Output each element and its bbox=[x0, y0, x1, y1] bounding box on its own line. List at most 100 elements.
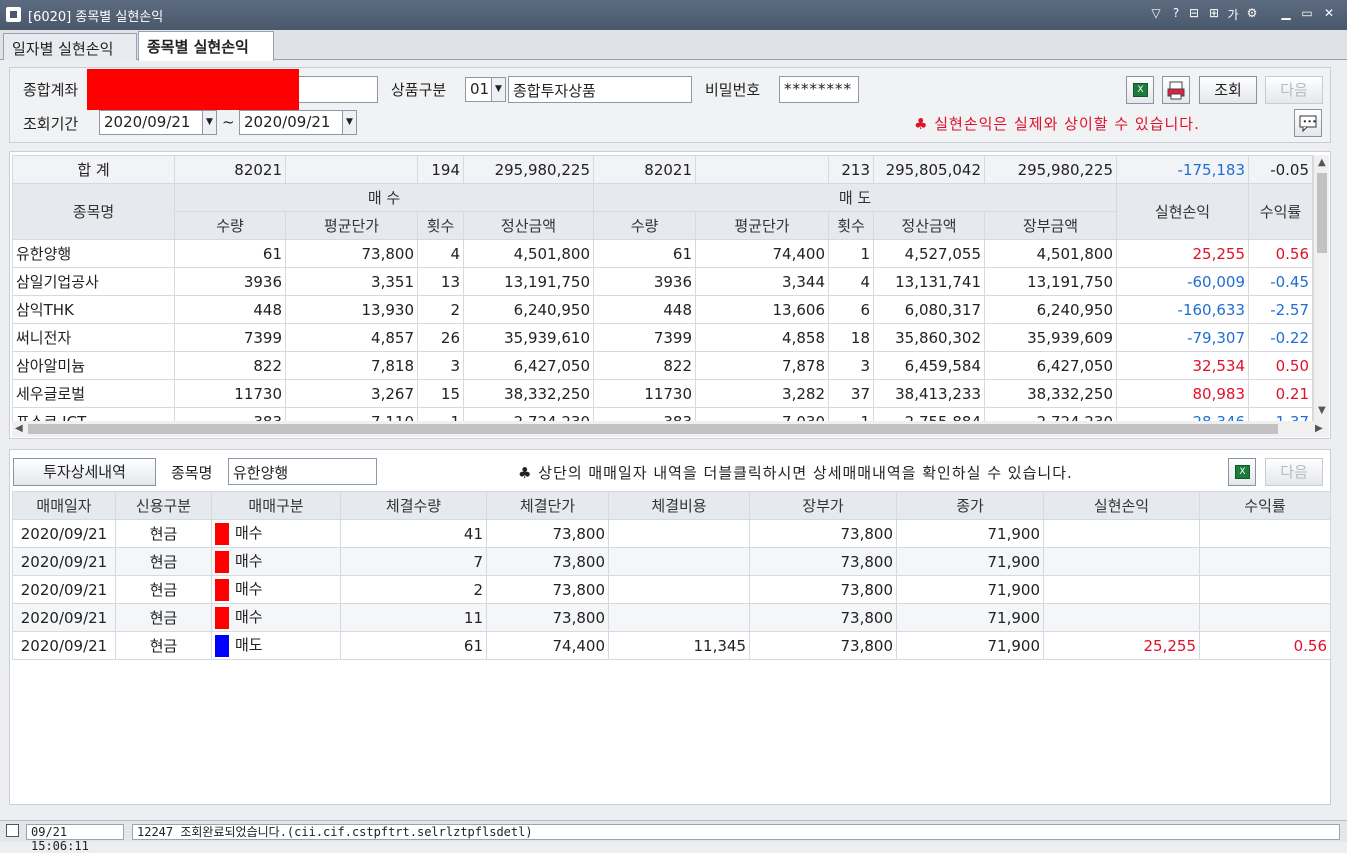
trade-type-cell: 매도 bbox=[211, 631, 341, 660]
message-button[interactable]: ••• bbox=[1294, 109, 1322, 137]
detail-next-button[interactable]: 다음 bbox=[1265, 458, 1323, 486]
excel-export-button[interactable]: X bbox=[1126, 76, 1154, 104]
calendar-dropdown-icon[interactable]: ▼ bbox=[202, 111, 216, 134]
credit-type: 현금 bbox=[115, 519, 212, 548]
col-buy-qty[interactable]: 수량 bbox=[174, 211, 286, 240]
settings-icon[interactable]: ⚙ bbox=[1244, 6, 1260, 20]
search-button[interactable]: 조회 bbox=[1199, 76, 1257, 104]
status-bar: 09/21 15:06:11 12247 조회완료되었습니다.(cii.cif.… bbox=[0, 820, 1347, 853]
stock-cell: 3,351 bbox=[285, 267, 418, 296]
trade-type: 매수 bbox=[235, 524, 263, 543]
col-stock-name[interactable]: 종목명 bbox=[12, 183, 175, 240]
maximize-icon[interactable]: ▭ bbox=[1299, 6, 1315, 20]
col-sell-amount[interactable]: 정산금액 bbox=[873, 211, 985, 240]
sum-cell: 194 bbox=[417, 155, 464, 184]
trade-row[interactable]: 2020/09/21 현금 매수 41 73,800 73,800 71,900 bbox=[12, 519, 1331, 548]
stock-cell: 822 bbox=[174, 351, 286, 380]
detail-history-button[interactable]: 투자상세내역 bbox=[13, 458, 156, 486]
stock-row[interactable]: 삼아알미늄 822 7,818 3 6,427,050 822 7,878 3 6,459,58… bbox=[12, 351, 1313, 380]
tab-daily-pnl[interactable]: 일자별 실현손익 bbox=[3, 33, 137, 60]
print-icon[interactable]: ⊞ bbox=[1206, 6, 1222, 20]
stock-row[interactable]: 유한양행 61 73,800 4 4,501,800 61 74,400 1 4,527,055… bbox=[12, 239, 1313, 268]
pin-icon[interactable]: ▽ bbox=[1148, 6, 1164, 20]
stock-cell: 3936 bbox=[174, 267, 286, 296]
layout-icon[interactable]: ⊟ bbox=[1186, 6, 1202, 20]
detail-stock-field[interactable]: 유한양행 bbox=[228, 458, 377, 485]
col-return-rate[interactable]: 수익률 bbox=[1199, 491, 1331, 520]
stock-cell: 7,818 bbox=[285, 351, 418, 380]
col-buy-count[interactable]: 횟수 bbox=[417, 211, 464, 240]
trade-type-swatch bbox=[215, 634, 229, 657]
horizontal-scrollbar[interactable]: ◀ ▶ bbox=[12, 421, 1329, 437]
trade-row[interactable]: 2020/09/21 현금 매도 61 74,400 11,345 73,800 71,900… bbox=[12, 631, 1331, 660]
scroll-thumb[interactable] bbox=[1317, 173, 1327, 253]
col-book-price[interactable]: 장부가 bbox=[749, 491, 897, 520]
col-trade-type[interactable]: 매매구분 bbox=[211, 491, 341, 520]
stock-row[interactable]: 써니전자 7399 4,857 26 35,939,610 7399 4,858 18 35,8… bbox=[12, 323, 1313, 352]
col-buy-avg-price[interactable]: 평균단가 bbox=[285, 211, 418, 240]
stock-cell: 11730 bbox=[593, 379, 696, 408]
col-close-price[interactable]: 종가 bbox=[896, 491, 1044, 520]
col-sell-avg-price[interactable]: 평균단가 bbox=[695, 211, 829, 240]
date-to-picker[interactable]: 2020/09/21 ▼ bbox=[239, 110, 357, 135]
font-menu-icon[interactable]: 가 bbox=[1225, 6, 1241, 23]
stock-cell: 4 bbox=[828, 267, 874, 296]
stock-row[interactable]: 삼익THK 448 13,930 2 6,240,950 448 13,606 6 6,080,… bbox=[12, 295, 1313, 324]
trade-row[interactable]: 2020/09/21 현금 매수 11 73,800 73,800 71,900 bbox=[12, 603, 1331, 632]
exec-price: 73,800 bbox=[486, 575, 609, 604]
trade-row[interactable]: 2020/09/21 현금 매수 7 73,800 73,800 71,900 bbox=[12, 547, 1331, 576]
col-sell-qty[interactable]: 수량 bbox=[593, 211, 696, 240]
col-realized-pnl[interactable]: 실현손익 bbox=[1116, 183, 1249, 240]
title-bar: [6020] 종목별 실현손익 ▽ ? ⊟ ⊞ 가 ⚙ ▁ ▭ ✕ bbox=[0, 0, 1347, 30]
stock-cell: 7,878 bbox=[695, 351, 829, 380]
help-icon[interactable]: ? bbox=[1168, 6, 1184, 20]
stock-cell: 61 bbox=[593, 239, 696, 268]
excel-icon: X bbox=[1235, 465, 1250, 479]
trade-row[interactable]: 2020/09/21 현금 매수 2 73,800 73,800 71,900 bbox=[12, 575, 1331, 604]
stock-cell: 448 bbox=[174, 295, 286, 324]
scroll-right-icon[interactable]: ▶ bbox=[1315, 423, 1323, 434]
col-book-amount[interactable]: 장부금액 bbox=[984, 211, 1117, 240]
col-exec-cost[interactable]: 체결비용 bbox=[608, 491, 750, 520]
col-exec-qty[interactable]: 체결수량 bbox=[340, 491, 487, 520]
date-from-picker[interactable]: 2020/09/21 ▼ bbox=[99, 110, 217, 135]
scroll-thumb[interactable] bbox=[28, 424, 1278, 434]
book-price: 73,800 bbox=[749, 631, 897, 660]
vertical-scrollbar[interactable]: ▲ ▼ bbox=[1313, 155, 1329, 421]
product-code-select[interactable]: 01 ▼ bbox=[465, 77, 506, 102]
scroll-left-icon[interactable]: ◀ bbox=[15, 423, 23, 434]
stock-cell: 13,606 bbox=[695, 295, 829, 324]
col-credit-type[interactable]: 신용구분 bbox=[115, 491, 212, 520]
next-button[interactable]: 다음 bbox=[1265, 76, 1323, 104]
stock-name: 써니전자 bbox=[12, 323, 175, 352]
stock-row[interactable]: 삼일기업공사 3936 3,351 13 13,191,750 3936 3,344 4 13,… bbox=[12, 267, 1313, 296]
tab-stock-pnl[interactable]: 종목별 실현손익 bbox=[138, 31, 274, 61]
detail-stock-label: 종목명 bbox=[171, 464, 213, 482]
trade-type-cell: 매수 bbox=[211, 547, 341, 576]
col-realized-pnl[interactable]: 실현손익 bbox=[1043, 491, 1200, 520]
stock-cell: 6,427,050 bbox=[463, 351, 594, 380]
calendar-dropdown-icon[interactable]: ▼ bbox=[342, 111, 356, 134]
exec-qty: 7 bbox=[340, 547, 487, 576]
col-sell-count[interactable]: 횟수 bbox=[828, 211, 874, 240]
password-input[interactable]: ******** bbox=[779, 76, 859, 103]
scroll-up-icon[interactable]: ▲ bbox=[1318, 157, 1326, 168]
detail-excel-button[interactable]: X bbox=[1228, 458, 1256, 486]
close-icon[interactable]: ✕ bbox=[1321, 6, 1337, 20]
detail-table: 매매일자 신용구분 매매구분 체결수량 체결단가 체결비용 장부가 종가 실현손… bbox=[12, 491, 1331, 660]
stock-row[interactable]: 세우글로벌 11730 3,267 15 38,332,250 11730 3,282 37 3… bbox=[12, 379, 1313, 408]
query-panel: 종합계좌 상품구분 01 ▼ 종합투자상품 비밀번호 ******** X 조회… bbox=[9, 67, 1331, 143]
col-buy-amount[interactable]: 정산금액 bbox=[463, 211, 594, 240]
sum-cell: 82021 bbox=[593, 155, 696, 184]
monitor-icon[interactable] bbox=[6, 824, 19, 837]
dropdown-arrow-icon[interactable]: ▼ bbox=[491, 78, 505, 101]
stock-cell: 6,240,950 bbox=[984, 295, 1117, 324]
trade-type-swatch bbox=[215, 578, 229, 601]
col-exec-price[interactable]: 체결단가 bbox=[486, 491, 609, 520]
print-button[interactable] bbox=[1162, 76, 1190, 104]
scroll-down-icon[interactable]: ▼ bbox=[1318, 405, 1326, 416]
col-trade-date[interactable]: 매매일자 bbox=[12, 491, 116, 520]
col-return-rate[interactable]: 수익률 bbox=[1248, 183, 1313, 240]
exec-qty: 11 bbox=[340, 603, 487, 632]
minimize-icon[interactable]: ▁ bbox=[1278, 6, 1294, 20]
